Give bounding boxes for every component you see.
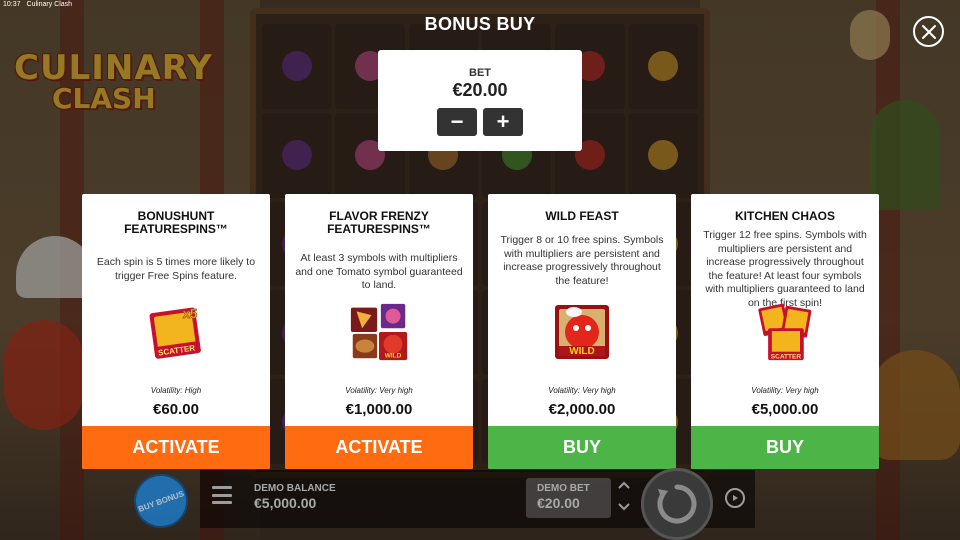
demo-bet-label: DEMO BET <box>537 483 590 494</box>
card-title: WILD FEAST <box>545 209 619 223</box>
bet-panel: BET €20.00 − + <box>378 50 582 151</box>
bet-label: BET <box>469 67 491 79</box>
card-title: BONUSHUNT FEATURESPINS™ <box>124 209 228 236</box>
demo-balance-label: DEMO BALANCE <box>254 483 336 494</box>
icon-multiplier: x5 <box>183 306 197 321</box>
bonus-card-bonushunt: BONUSHUNT FEATURESPINS™ Each spin is 5 t… <box>82 194 270 469</box>
volatility-label: Volatility: Very high <box>751 386 819 395</box>
card-title: KITCHEN CHAOS <box>734 209 835 223</box>
spin-button[interactable] <box>641 468 713 540</box>
window-title: Culinary Clash <box>26 1 73 8</box>
modal-title: BONUS BUY <box>424 14 536 34</box>
bonus-card-flavor-frenzy: FLAVOR FRENZY FEATURESPINS™ At least 3 s… <box>285 194 473 469</box>
close-icon <box>921 24 936 39</box>
os-title-bar: 10:37 Culinary Clash <box>0 0 72 10</box>
autoplay-icon[interactable] <box>725 488 745 508</box>
spin-icon <box>657 484 697 524</box>
decrease-bet-button[interactable]: − <box>437 108 477 136</box>
buy-button[interactable]: BUY <box>691 426 879 469</box>
symbol-collage-icon: WILD <box>349 302 409 362</box>
card-description: Trigger 8 or 10 free spins. Symbols with… <box>500 234 664 287</box>
scatter-x5-icon: SCATTER x5 <box>146 302 206 362</box>
volatility-label: Volatility: High <box>150 386 202 395</box>
scatter-stack-icon: SCATTER <box>755 302 815 362</box>
chevron-up-icon[interactable] <box>616 480 632 492</box>
bet-controls: − + <box>378 108 582 136</box>
chevron-down-icon[interactable] <box>616 502 632 514</box>
clock: 10:37 <box>3 1 21 8</box>
card-description: Trigger 12 free spins. Symbols with mult… <box>703 229 867 309</box>
buy-button[interactable]: BUY <box>488 426 676 469</box>
card-price: €2,000.00 <box>548 401 616 418</box>
card-description: At least 3 symbols with multipliers and … <box>295 252 463 291</box>
menu-icon[interactable] <box>212 486 232 504</box>
icon-label: WILD <box>385 352 402 359</box>
demo-bet-value: €20.00 <box>537 495 580 511</box>
volatility-label: Volatility: Very high <box>548 386 616 395</box>
card-description: Each spin is 5 times more likely to trig… <box>96 256 256 282</box>
bonus-card-kitchen-chaos: KITCHEN CHAOS Trigger 12 free spins. Sym… <box>691 194 879 469</box>
icon-label: WILD <box>569 346 595 357</box>
tomato-wild-icon: WILD <box>552 302 612 362</box>
icon-label: SCATTER <box>771 353 802 360</box>
card-price: €5,000.00 <box>751 401 819 418</box>
demo-balance-value: €5,000.00 <box>254 495 317 511</box>
card-title: FLAVOR FRENZY FEATURESPINS™ <box>327 209 431 236</box>
activate-button[interactable]: ACTIVATE <box>82 426 270 469</box>
increase-bet-button[interactable]: + <box>483 108 523 136</box>
bonus-card-wild-feast: WILD FEAST Trigger 8 or 10 free spins. S… <box>488 194 676 469</box>
close-button[interactable] <box>913 16 944 47</box>
card-price: €1,000.00 <box>345 401 413 418</box>
bet-value: €20.00 <box>452 80 508 100</box>
activate-button[interactable]: ACTIVATE <box>285 426 473 469</box>
card-price: €60.00 <box>153 401 199 418</box>
volatility-label: Volatility: Very high <box>345 386 413 395</box>
